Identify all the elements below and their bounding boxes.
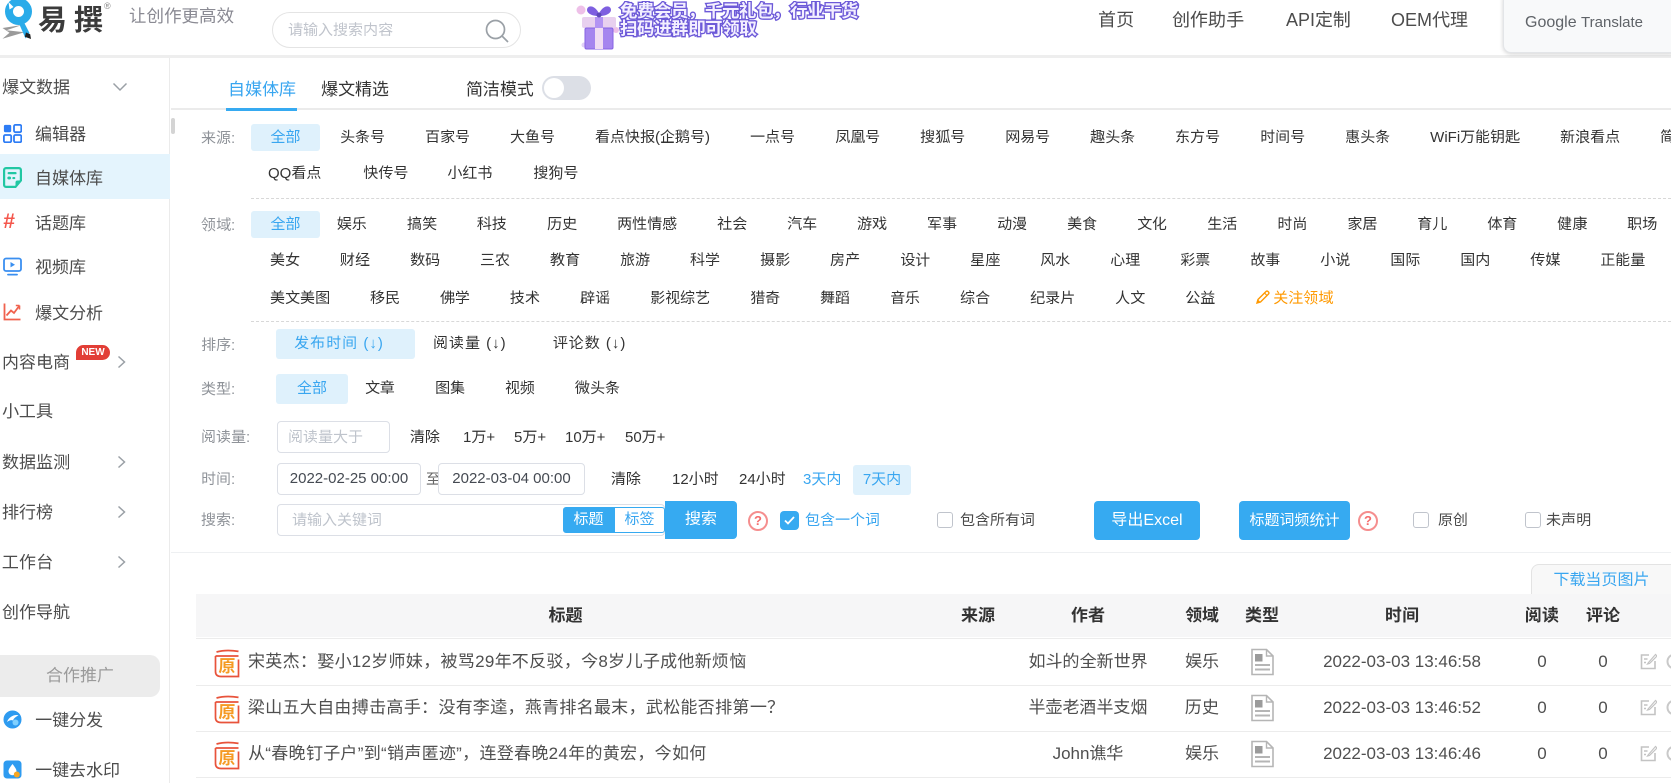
svg-text:原: 原 bbox=[219, 652, 236, 677]
svg-text:原: 原 bbox=[219, 698, 236, 723]
svg-text:扫码进群即可领取: 扫码进群即可领取 bbox=[620, 16, 756, 41]
svg-text:原: 原 bbox=[219, 744, 236, 769]
